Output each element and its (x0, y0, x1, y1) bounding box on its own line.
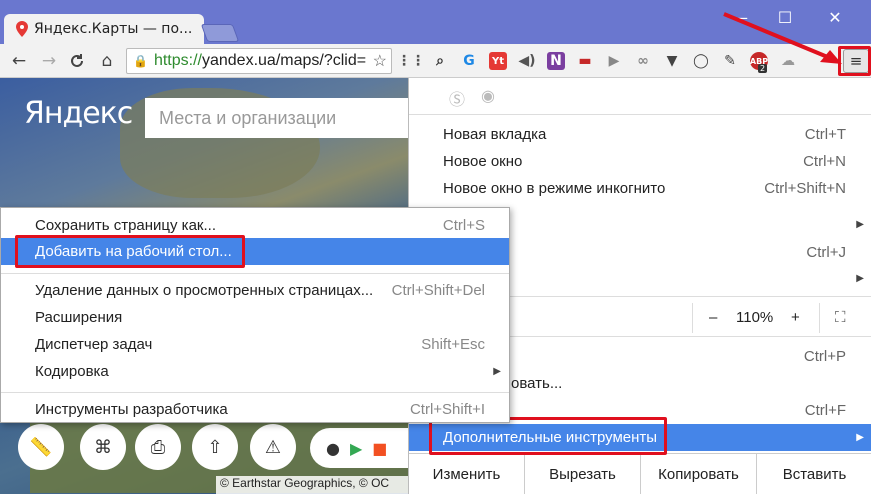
windows-icon: ■ (372, 438, 388, 458)
zoom-out-button[interactable]: – (709, 309, 717, 326)
menu-label: Инструменты разработчика (35, 401, 228, 418)
lock-icon: 🔒 (133, 54, 148, 68)
share-button[interactable]: ⇧ (192, 424, 238, 470)
google-play-icon: ▶ (349, 438, 363, 458)
report-button[interactable]: ⚠ (250, 424, 296, 470)
map-pin-icon (16, 21, 28, 37)
skype-icon: Ⓢ (449, 92, 466, 109)
translate-icon: ◉ (481, 88, 495, 105)
menu-separator (1, 273, 509, 274)
yandex-logo: Яндекс (24, 96, 133, 131)
edit-label: Изменить (432, 465, 501, 483)
menu-label: овать... (511, 375, 563, 392)
reload-icon (71, 54, 83, 67)
tab-title: Яндекс.Карты — по... (34, 21, 193, 37)
menu-label: Сохранить страницу как... (35, 217, 216, 234)
annotation-arrow (723, 12, 842, 64)
menu-shortcut: Ctrl+S (442, 217, 485, 234)
chrome-icon[interactable]: G (460, 52, 478, 70)
menu-label: Удаление данных о просмотренных страница… (35, 282, 374, 299)
ruler-icon: 📏 (29, 436, 53, 458)
menu-shortcut: Shift+Esc (421, 336, 485, 353)
menu-shortcut: Ctrl+J (806, 244, 846, 261)
submenu-dev-tools[interactable]: Инструменты разработчика Ctrl+Shift+I (1, 396, 509, 423)
annotation-box (15, 235, 245, 268)
menu-separator (1, 392, 509, 393)
print-button[interactable]: ⎙ (135, 424, 181, 470)
bookmark-star-icon[interactable]: ☆ (372, 51, 387, 71)
pocket-icon[interactable]: ▼ (663, 52, 681, 70)
menu-shortcut: Ctrl+T (804, 126, 846, 143)
menu-label: Расширения (35, 309, 123, 326)
menu-label: Новое окно в режиме инкогнито (443, 180, 666, 197)
reload-button[interactable] (66, 50, 88, 72)
submenu-arrow-icon: ▶ (493, 366, 501, 377)
apple-icon: ● (326, 438, 340, 458)
url-scheme: https:// (153, 52, 202, 69)
address-bar[interactable]: 🔒 https://yandex.ua/maps/?clid= ☆ (126, 48, 392, 74)
drag-icon[interactable]: ⋮⋮ (397, 52, 425, 70)
zoom-in-button[interactable]: + (791, 309, 800, 326)
share-icon: ⇧ (207, 436, 223, 458)
menu-shortcut: Ctrl+F (804, 402, 846, 419)
cut-button[interactable]: Вырезать (524, 454, 640, 494)
binoculars-icon: ⌘ (94, 436, 112, 458)
submenu-arrow-icon: ▶ (856, 219, 864, 230)
sofa-icon[interactable]: ▬ (576, 52, 594, 70)
menu-new-tab[interactable]: Новая вкладка Ctrl+T (409, 121, 871, 148)
search-icon[interactable]: ⌕ (431, 52, 449, 70)
panorama-button[interactable]: ⌘ (80, 424, 126, 470)
bulb-icon[interactable]: ◯ (692, 52, 710, 70)
browser-tab[interactable]: Яндекс.Карты — по... (4, 14, 204, 44)
menu-incognito[interactable]: Новое окно в режиме инкогнито Ctrl+Shift… (409, 175, 871, 202)
warning-icon: ⚠ (264, 436, 282, 458)
menu-label: Кодировка (35, 363, 109, 380)
submenu-arrow-icon: ▶ (856, 273, 864, 284)
zoom-level: 110% (736, 309, 774, 326)
menu-shortcut: Ctrl+Shift+Del (391, 282, 485, 299)
speaker-icon[interactable]: ◀) (518, 52, 536, 70)
submenu-encoding[interactable]: Кодировка ▶ (1, 358, 509, 385)
menu-label: Новая вкладка (443, 126, 547, 143)
onenote-icon[interactable]: N (547, 52, 565, 70)
submenu-clear-data[interactable]: Удаление данных о просмотренных страница… (1, 277, 509, 304)
yt-icon[interactable]: Yt (489, 52, 507, 70)
printer-icon: ⎙ (150, 436, 166, 458)
map-attribution: © Earthstar Geographics, © OC (216, 476, 408, 494)
menu-shortcut: Ctrl+N (803, 153, 846, 170)
link-icon[interactable]: ∞ (634, 52, 652, 70)
submenu-task-manager[interactable]: Диспетчер задач Shift+Esc (1, 331, 509, 358)
map-search-input[interactable]: Места и организации (145, 98, 408, 138)
back-button[interactable]: ← (8, 50, 30, 72)
submenu-arrow-icon: ▶ (856, 432, 864, 443)
menu-shortcut: Ctrl+Shift+N (764, 180, 846, 197)
play-icon[interactable]: ▶ (605, 52, 623, 70)
new-tab-button[interactable] (200, 24, 240, 42)
copy-button[interactable]: Копировать (640, 454, 756, 494)
ruler-button[interactable]: 📏 (18, 424, 64, 470)
menu-label: Новое окно (443, 153, 523, 170)
forward-button[interactable]: → (38, 50, 60, 72)
more-tools-submenu: Сохранить страницу как... Ctrl+S Добавит… (0, 207, 510, 423)
menu-new-window[interactable]: Новое окно Ctrl+N (409, 148, 871, 175)
menu-label: Диспетчер задач (35, 336, 153, 353)
menu-shortcut: Ctrl+Shift+I (409, 401, 485, 418)
home-button[interactable]: ⌂ (96, 50, 118, 72)
fullscreen-icon[interactable]: ⛶ (835, 309, 846, 326)
app-stores[interactable]: ● ▶ ■ (310, 428, 410, 468)
edit-row: Изменить Вырезать Копировать Вставить (409, 453, 871, 494)
menu-shortcut: Ctrl+P (803, 348, 846, 365)
submenu-extensions[interactable]: Расширения (1, 304, 509, 331)
paste-button[interactable]: Вставить (756, 454, 871, 494)
url-text: yandex.ua/maps/?clid= (201, 52, 367, 69)
menu-separator (409, 114, 871, 115)
